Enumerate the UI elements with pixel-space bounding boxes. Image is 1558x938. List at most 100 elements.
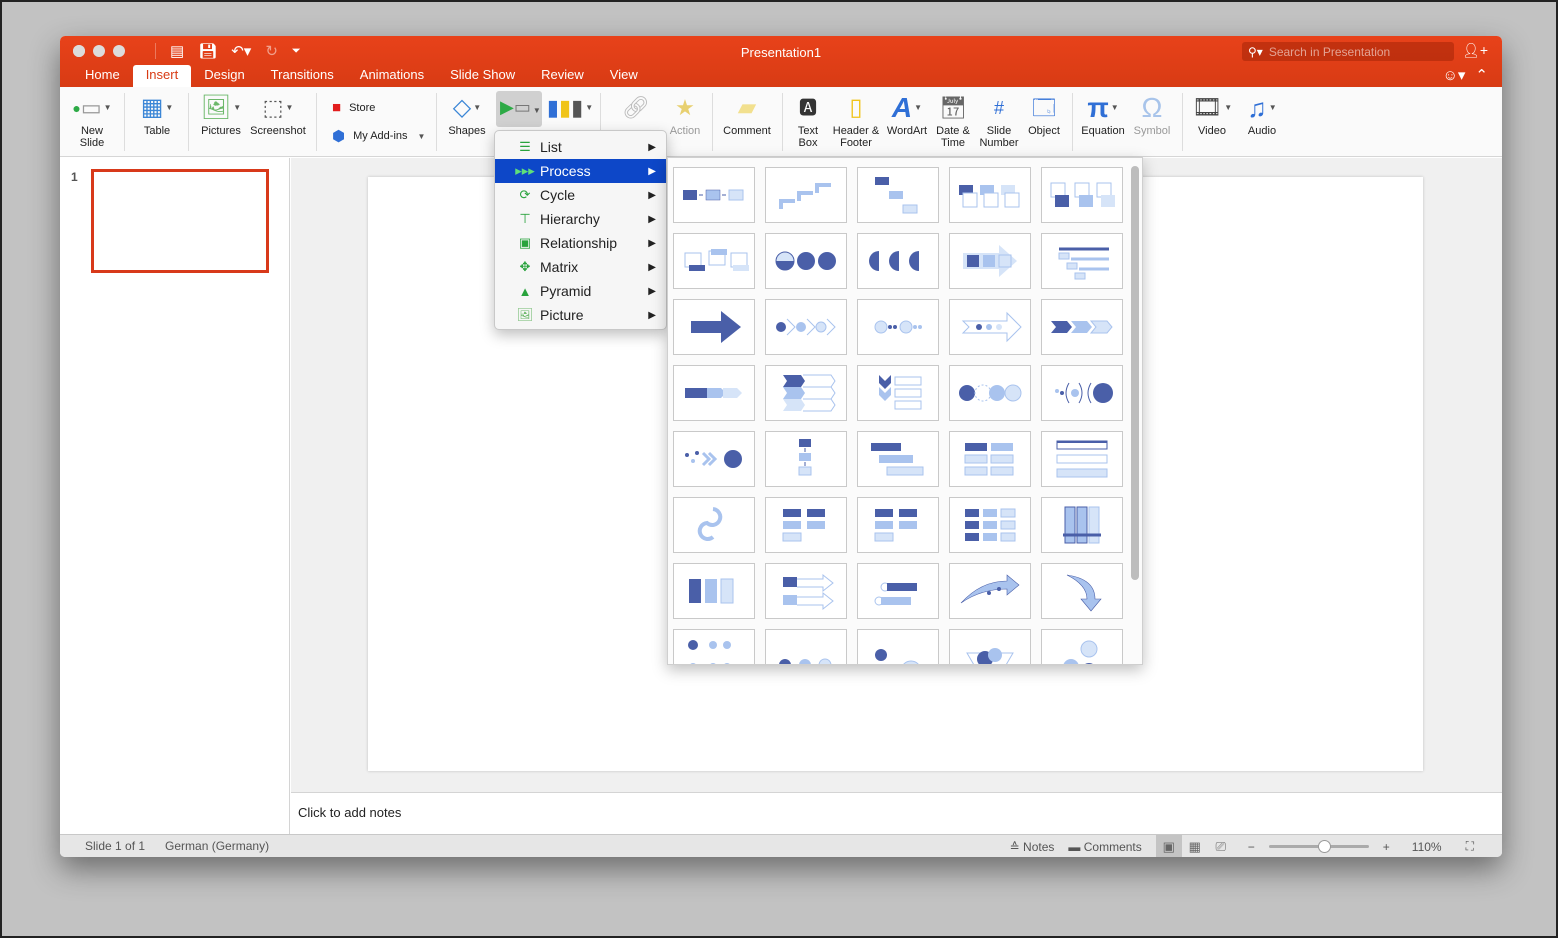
tab-view[interactable]: View	[597, 65, 651, 87]
store-button[interactable]: ■ Store	[332, 99, 375, 116]
process-layout-option[interactable]	[1041, 497, 1123, 553]
feedback-smiley-icon[interactable]: ☺▾	[1443, 66, 1466, 84]
symbol-button[interactable]: Ω Symbol	[1130, 91, 1174, 138]
process-layout-option[interactable]	[949, 233, 1031, 289]
language-indicator[interactable]: German (Germany)	[165, 839, 269, 853]
process-layout-option[interactable]	[949, 167, 1031, 223]
process-layout-option[interactable]	[765, 167, 847, 223]
process-layout-option[interactable]	[857, 497, 939, 553]
zoom-in-button[interactable]: +	[1383, 840, 1390, 854]
process-layout-option[interactable]	[1041, 563, 1123, 619]
process-layout-option[interactable]	[857, 233, 939, 289]
notes-toggle[interactable]: ≙ Notes	[1010, 840, 1055, 854]
my-addins-button[interactable]: ⬢ My Add-ins ▼	[332, 127, 425, 145]
process-layout-option[interactable]	[857, 629, 939, 664]
process-layout-option[interactable]	[673, 431, 755, 487]
smartart-category-menu: ☰ List ▶ ▸▸▸ Process ▶ ⟳ Cycle ▶ ⊤ Hierarchy ▶ ▣ Rela…	[494, 130, 667, 330]
fit-to-window-icon[interactable]: ⛶	[1466, 839, 1474, 854]
video-button[interactable]: 🎞︎ ▼ Video	[1192, 91, 1232, 138]
smartart-button[interactable]: ▶▭ ▼	[496, 91, 542, 127]
process-layout-option[interactable]	[765, 365, 847, 421]
slide-thumbnail[interactable]	[91, 169, 269, 273]
process-layout-option[interactable]	[949, 629, 1031, 664]
tab-animations[interactable]: Animations	[347, 65, 437, 87]
header-footer-button[interactable]: ▯ Header & Footer	[830, 91, 882, 150]
tab-insert[interactable]: Insert	[132, 65, 192, 87]
new-slide-button[interactable]: ● ▭ ▼ New Slide	[70, 91, 114, 150]
action-button[interactable]: ★ Action	[662, 91, 708, 138]
zoom-level[interactable]: 110%	[1412, 840, 1442, 854]
zoom-slider[interactable]	[1268, 840, 1369, 853]
comment-button[interactable]: ▰ Comment	[720, 91, 774, 138]
pictures-button[interactable]: 🖼︎ ▼ Pictures	[198, 91, 244, 138]
process-layout-option[interactable]	[1041, 299, 1123, 355]
zoom-out-button[interactable]: −	[1248, 840, 1255, 854]
menu-item-hierarchy[interactable]: ⊤ Hierarchy ▶	[495, 207, 666, 231]
object-button[interactable]: 🗔︎ Object	[1022, 91, 1066, 138]
presenter-view-button[interactable]: ⎚	[1208, 835, 1234, 857]
zoom-slider-thumb[interactable]	[1317, 840, 1331, 853]
tab-home[interactable]: Home	[72, 65, 133, 87]
process-layout-option[interactable]	[949, 365, 1031, 421]
slide-number-icon: #	[993, 98, 1004, 118]
tab-review[interactable]: Review	[528, 65, 597, 87]
wordart-button[interactable]: A ▼ WordArt	[884, 91, 930, 138]
collapse-ribbon-icon[interactable]: ⌃	[1475, 66, 1488, 84]
tab-slide-show[interactable]: Slide Show	[437, 65, 528, 87]
menu-item-picture[interactable]: 🖼︎ Picture ▶	[495, 303, 666, 327]
process-layout-option[interactable]	[1041, 629, 1123, 664]
equation-button[interactable]: π ▼ Equation	[1078, 91, 1128, 138]
shapes-button[interactable]: ◇ ▼ Shapes	[444, 91, 490, 138]
process-layout-option[interactable]	[949, 431, 1031, 487]
process-layout-option[interactable]	[765, 431, 847, 487]
share-icon[interactable]: 👤︎+	[1462, 42, 1488, 59]
process-layout-option[interactable]	[1041, 167, 1123, 223]
process-layout-option[interactable]	[673, 563, 755, 619]
notes-pane[interactable]: Click to add notes	[291, 792, 1502, 834]
process-layout-option[interactable]	[765, 497, 847, 553]
process-layout-option[interactable]	[673, 233, 755, 289]
process-layout-option[interactable]	[673, 365, 755, 421]
process-layout-option[interactable]	[765, 233, 847, 289]
hyperlink-button[interactable]: 🔗︎	[616, 91, 656, 125]
process-layout-option[interactable]	[857, 431, 939, 487]
menu-item-matrix[interactable]: ✥ Matrix ▶	[495, 255, 666, 279]
process-layout-option[interactable]	[857, 365, 939, 421]
normal-view-button[interactable]: ▣	[1155, 835, 1182, 857]
menu-item-relationship[interactable]: ▣ Relationship ▶	[495, 231, 666, 255]
date-time-button[interactable]: 📅︎ Date & Time	[932, 91, 974, 150]
tab-transitions[interactable]: Transitions	[258, 65, 347, 87]
process-layout-option[interactable]	[673, 497, 755, 553]
chart-button[interactable]: ▮ ▮ ▮ ▼	[547, 91, 593, 125]
process-layout-option[interactable]	[949, 497, 1031, 553]
menu-item-list[interactable]: ☰ List ▶	[495, 135, 666, 159]
tab-design[interactable]: Design	[191, 65, 257, 87]
screenshot-button[interactable]: ⬚ ▼ Screenshot	[248, 91, 308, 138]
process-layout-option[interactable]	[765, 629, 847, 664]
process-layout-option[interactable]	[857, 563, 939, 619]
process-layout-option[interactable]	[673, 629, 755, 664]
slide-sorter-button[interactable]: ▦	[1182, 835, 1208, 857]
audio-button[interactable]: ♫ ▼ Audio	[1242, 91, 1282, 137]
text-box-button[interactable]: 🅰︎ Text Box	[788, 91, 828, 149]
process-layout-option[interactable]	[1041, 233, 1123, 289]
process-layout-option[interactable]	[765, 299, 847, 355]
process-layout-option[interactable]	[765, 563, 847, 619]
menu-item-pyramid[interactable]: ▲ Pyramid ▶	[495, 279, 666, 303]
process-layout-option[interactable]	[857, 167, 939, 223]
menu-item-cycle[interactable]: ⟳ Cycle ▶	[495, 183, 666, 207]
slide-number-button[interactable]: # Slide Number	[976, 91, 1022, 149]
submenu-arrow-icon: ▶	[648, 189, 656, 201]
process-layout-option[interactable]	[673, 167, 755, 223]
process-layout-option[interactable]	[673, 299, 755, 355]
process-layout-option[interactable]	[1041, 365, 1123, 421]
process-layout-option[interactable]	[949, 299, 1031, 355]
table-button[interactable]: ▦ ▼ Table	[134, 91, 180, 138]
gallery-scrollbar[interactable]	[1131, 166, 1139, 580]
process-layout-option[interactable]	[949, 563, 1031, 619]
comments-toggle[interactable]: ▬ Comments	[1068, 840, 1141, 854]
menu-item-process[interactable]: ▸▸▸ Process ▶	[495, 159, 666, 183]
process-layout-option[interactable]	[1041, 431, 1123, 487]
search-input[interactable]: ⚲▾ Search in Presentation	[1242, 42, 1454, 61]
process-layout-option[interactable]	[857, 299, 939, 355]
